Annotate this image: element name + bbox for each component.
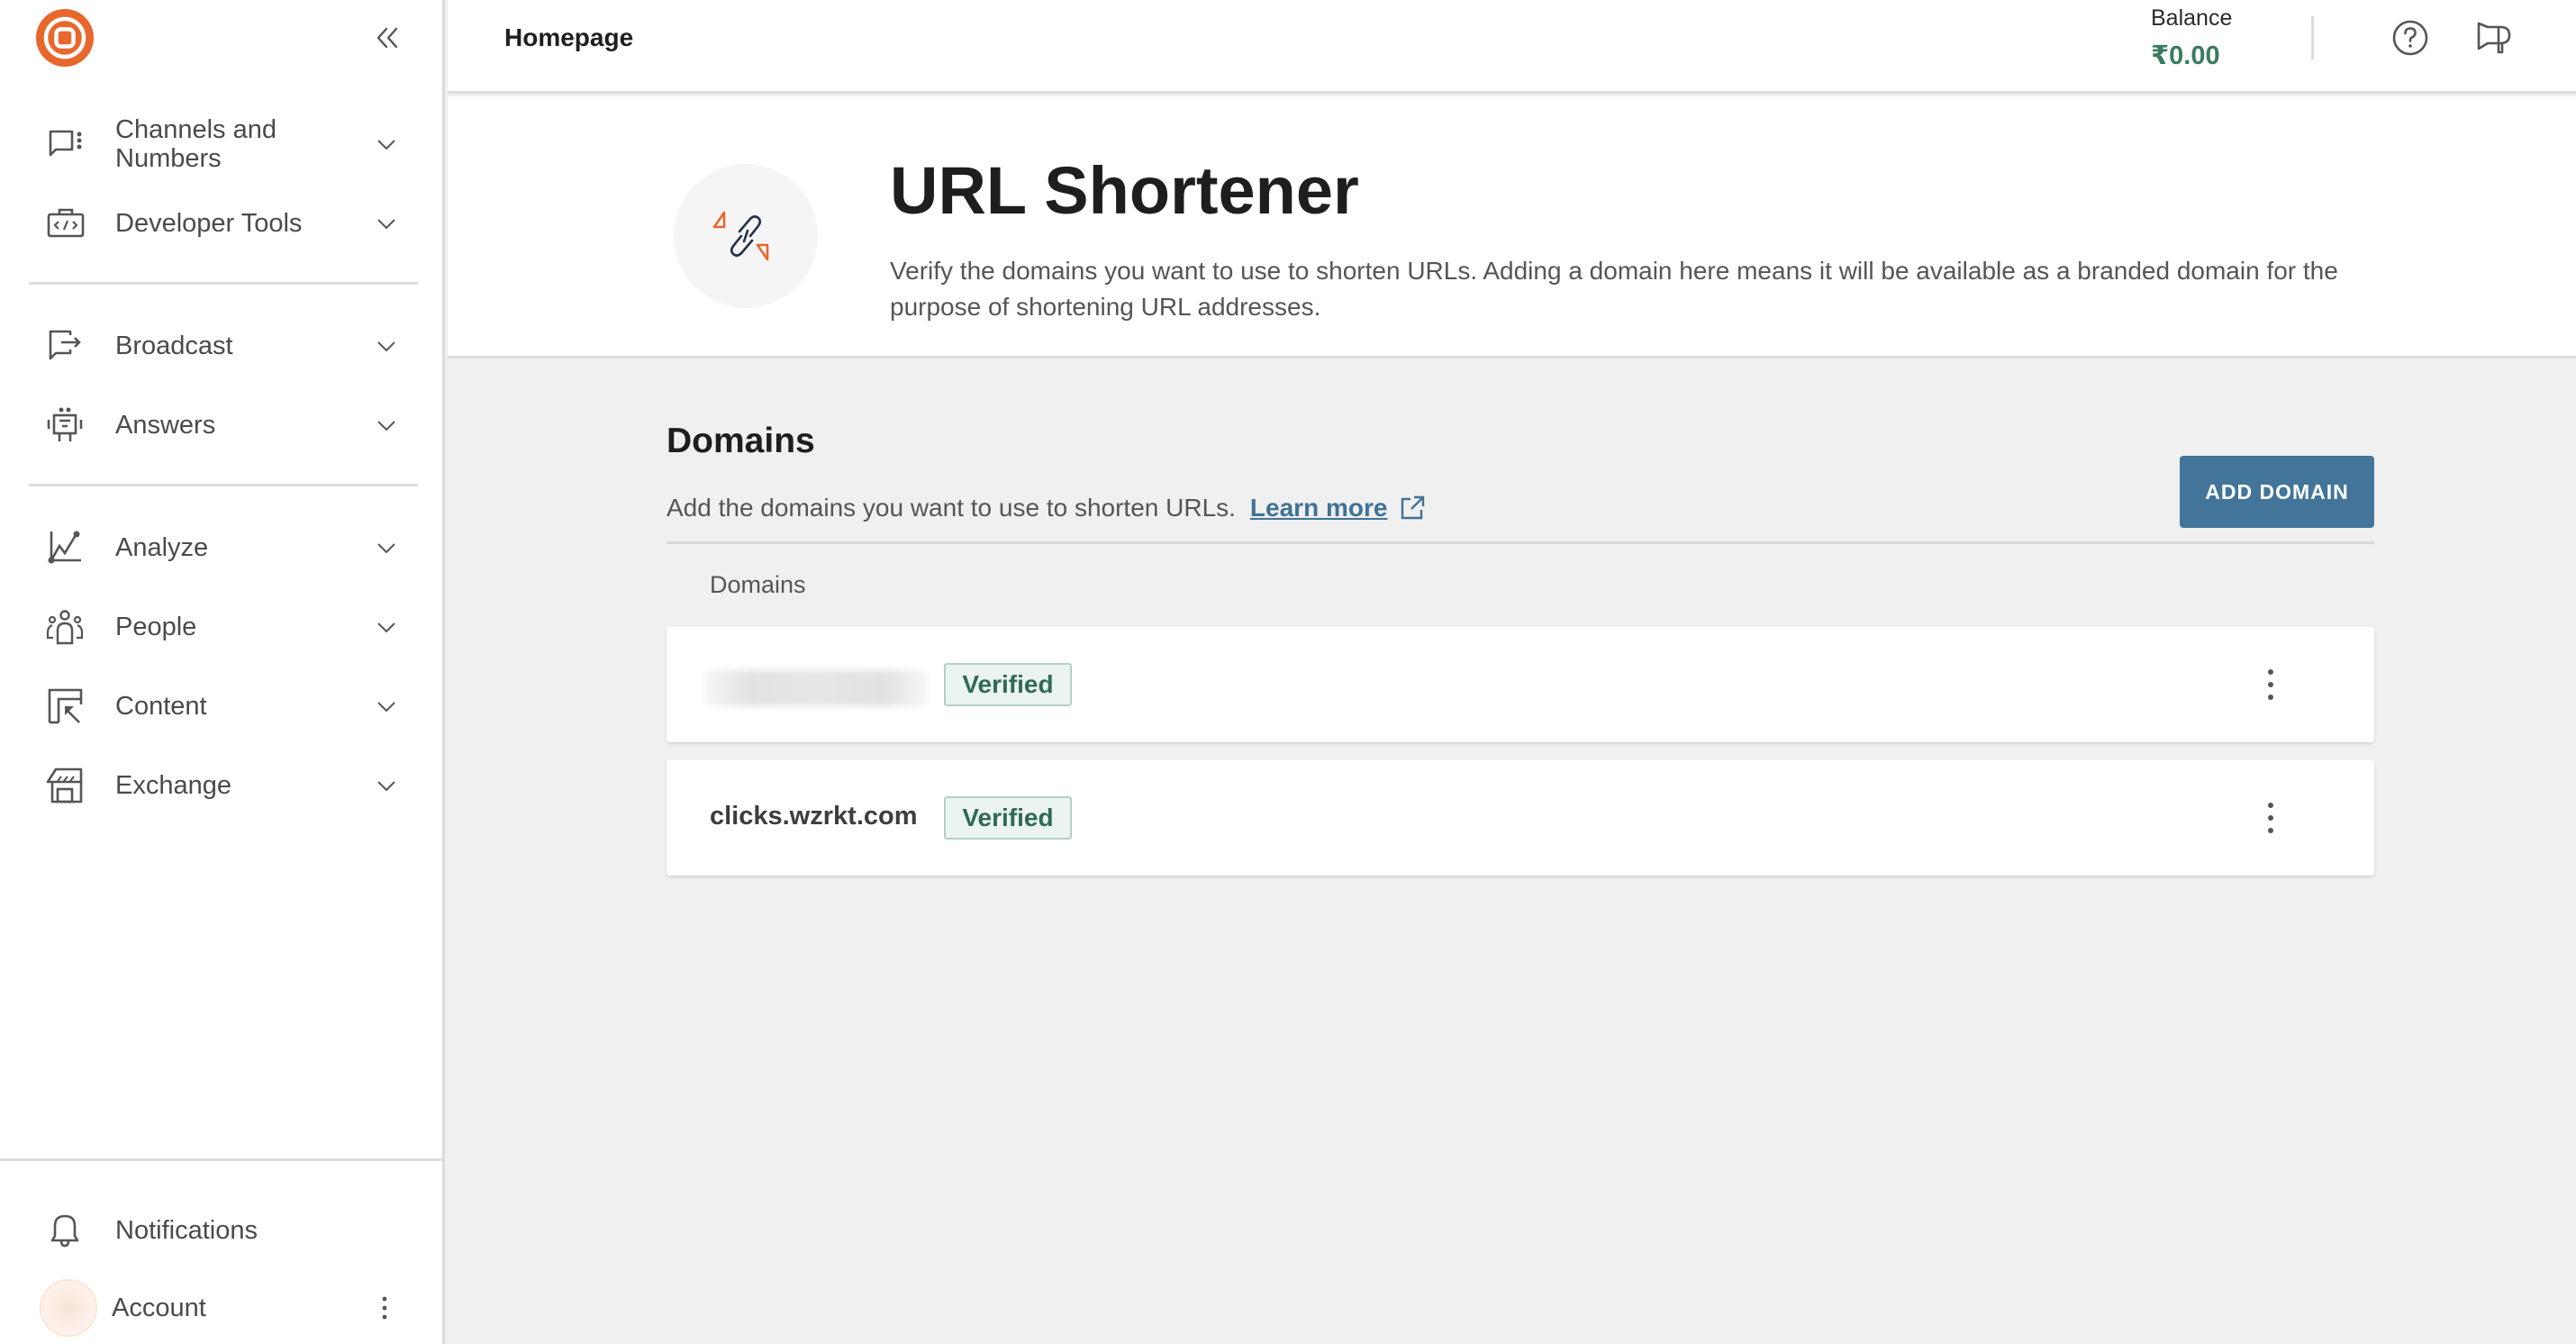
announcements-button[interactable] — [2475, 18, 2515, 58]
chevron-down-icon — [377, 622, 395, 633]
line-chart-icon — [45, 528, 85, 568]
logo-icon — [36, 9, 94, 67]
chevron-down-icon — [377, 341, 395, 352]
hero-icon-container — [674, 164, 818, 308]
row-more-button[interactable] — [2257, 663, 2284, 706]
sidebar-item-label: Exchange — [115, 771, 231, 800]
status-badge: Verified — [944, 796, 1072, 840]
domain-name: clicks.wzrkt.com — [710, 802, 918, 831]
page-title: URL Shortener — [890, 153, 1359, 228]
help-circle-icon — [2392, 20, 2428, 56]
bot-icon — [45, 405, 85, 445]
link-shorten-icon — [712, 211, 769, 261]
balance-value: ₹0.00 — [2151, 41, 2220, 70]
sidebar-item-notifications[interactable]: Notifications — [29, 1194, 416, 1267]
sidebar-item-exchange[interactable]: Exchange — [29, 749, 416, 822]
sidebar-item-analyze[interactable]: Analyze — [29, 512, 416, 584]
learn-more-link[interactable]: Learn more — [1250, 494, 1388, 522]
sidebar-item-label: Account — [112, 1294, 206, 1322]
domains-column-header: Domains — [710, 571, 806, 598]
chat-options-icon — [45, 124, 85, 164]
domain-row: Verified — [667, 627, 2374, 742]
sidebar-item-developer-tools[interactable]: Developer Tools — [29, 187, 416, 259]
chevron-down-icon — [377, 781, 395, 792]
sidebar-divider — [29, 282, 418, 285]
status-badge: Verified — [944, 663, 1072, 706]
chevron-down-icon — [377, 219, 395, 230]
code-briefcase-icon — [45, 204, 85, 243]
page-hero: URL Shortener Verify the domains you wan… — [448, 96, 2576, 359]
sidebar-item-answers[interactable]: Answers — [29, 389, 416, 461]
sidebar-item-label: Numbers — [115, 144, 222, 173]
sidebar-item-broadcast[interactable]: Broadcast — [29, 310, 416, 382]
domains-section-title: Domains — [667, 422, 815, 460]
more-vertical-icon — [382, 1296, 387, 1320]
chevron-down-icon — [377, 543, 395, 554]
header-divider — [2311, 16, 2314, 59]
domain-row: clicks.wzrkt.com Verified — [667, 760, 2374, 876]
sidebar-item-label: Channels and — [115, 115, 277, 144]
sidebar-bottom-divider — [0, 1158, 445, 1161]
sidebar-item-people[interactable]: People — [29, 591, 416, 663]
chevron-down-icon — [377, 702, 395, 713]
add-domain-button[interactable]: ADD DOMAIN — [2180, 456, 2374, 528]
domains-divider — [667, 541, 2374, 544]
sidebar-item-label: Answers — [115, 411, 216, 440]
redacted-domain-name — [704, 670, 928, 706]
top-bar: Homepage Balance ₹0.00 — [448, 0, 2576, 94]
page-description: Verify the domains you want to use to sh… — [890, 257, 2338, 321]
sidebar: Channels and Numbers Developer Tools Bro… — [0, 0, 445, 1344]
storefront-icon — [45, 766, 85, 805]
brand-logo[interactable] — [36, 9, 94, 67]
content-icon — [45, 686, 85, 726]
megaphone-icon — [2477, 22, 2511, 54]
sidebar-item-label: Developer Tools — [115, 209, 303, 238]
broadcast-icon — [45, 326, 85, 366]
account-more-button[interactable] — [371, 1292, 398, 1324]
help-button[interactable] — [2390, 18, 2430, 58]
sidebar-item-label: Notifications — [115, 1216, 258, 1245]
domains-section-subtitle: Add the domains you want to use to short… — [667, 494, 1427, 522]
chevron-down-icon — [377, 140, 395, 150]
collapse-sidebar-button[interactable] — [371, 22, 404, 54]
double-chevron-left-icon — [376, 27, 398, 49]
more-vertical-icon — [2268, 669, 2273, 675]
balance-label: Balance — [2151, 5, 2233, 31]
sidebar-divider — [29, 484, 418, 486]
more-vertical-icon — [2268, 803, 2273, 808]
sidebar-item-content[interactable]: Content — [29, 670, 416, 742]
sidebar-item-channels-and-numbers[interactable]: Channels and Numbers — [29, 108, 416, 180]
sidebar-item-account[interactable]: Account — [83, 1272, 353, 1344]
sidebar-item-label: Analyze — [115, 533, 209, 562]
sidebar-item-label: People — [115, 613, 197, 641]
sidebar-item-label: Broadcast — [115, 331, 233, 360]
external-link-icon[interactable] — [1398, 494, 1427, 522]
row-more-button[interactable] — [2257, 796, 2284, 840]
bell-icon — [45, 1211, 85, 1250]
page-breadcrumb[interactable]: Homepage — [504, 23, 633, 52]
people-icon — [45, 607, 85, 647]
sidebar-item-label: Content — [115, 692, 207, 721]
domains-subtitle-text: Add the domains you want to use to short… — [667, 494, 1236, 522]
chevron-down-icon — [377, 421, 395, 431]
